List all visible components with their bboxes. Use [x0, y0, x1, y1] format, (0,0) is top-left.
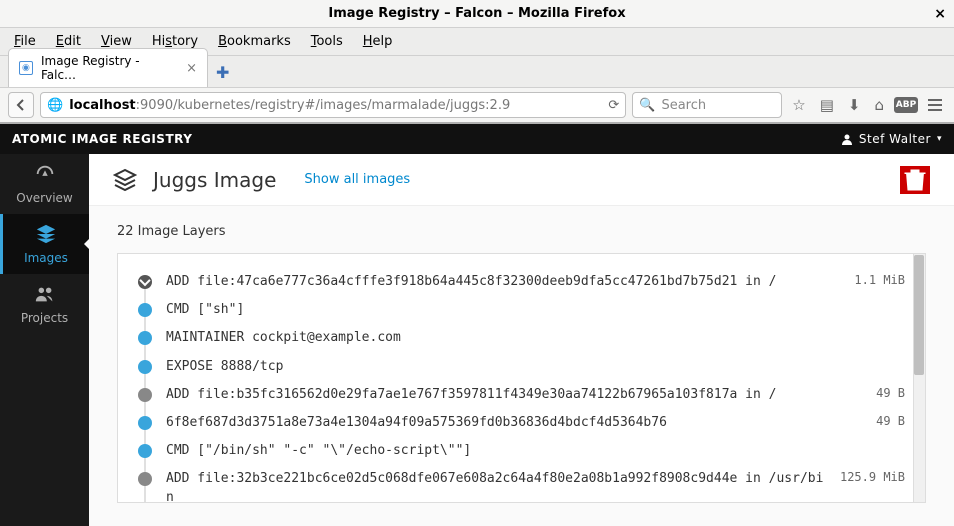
user-name: Stef Walter [859, 132, 931, 146]
layer-size: 49 B [876, 414, 905, 428]
scrollbar-track[interactable] [913, 254, 925, 502]
url-text: localhost:9090/kubernetes/registry#/imag… [69, 98, 510, 113]
layer-row: 6f8ef687d3d3751a8e73a4e1304a94f09a575369… [138, 409, 905, 437]
abp-icon[interactable]: ABP [894, 97, 918, 113]
search-placeholder: Search [661, 98, 706, 113]
layer-size: 49 B [876, 386, 905, 400]
layer-row: MAINTAINER cockpit@example.com [138, 324, 905, 352]
reload-icon[interactable]: ⟳ [608, 98, 619, 113]
sidebar-item-overview[interactable]: Overview [0, 154, 89, 214]
layer-dot-icon [138, 303, 152, 317]
layers-title: 22 Image Layers [117, 224, 926, 239]
back-button[interactable] [8, 92, 34, 118]
nav-toolbar: 🌐 localhost:9090/kubernetes/registry#/im… [0, 88, 954, 124]
window-title-text: Image Registry – Falcon – Mozilla Firefo… [328, 6, 625, 21]
menu-help[interactable]: Help [355, 31, 401, 52]
tab-close-icon[interactable]: × [186, 61, 197, 76]
scrollbar-thumb[interactable] [914, 255, 924, 375]
layer-command: ADD file:32b3ce221bc6ce02d5c068dfe067e60… [166, 470, 826, 503]
layer-row: ADD file:b35fc316562d0e29fa7ae1e767f3597… [138, 381, 905, 409]
layer-dot-icon [138, 444, 152, 458]
hamburger-menu-icon[interactable] [924, 99, 946, 111]
layer-row: EXPOSE 8888/tcp [138, 353, 905, 381]
app-body: Overview Images Projects Juggs Image Sho… [0, 154, 954, 526]
layers-section: 22 Image Layers ADD file:47ca6e777c36a4c… [89, 206, 954, 521]
user-icon [841, 133, 853, 145]
window-titlebar: Image Registry – Falcon – Mozilla Firefo… [0, 0, 954, 28]
layer-command: ADD file:47ca6e777c36a4cfffe3f918b64a445… [166, 273, 840, 291]
layer-command: MAINTAINER cockpit@example.com [166, 329, 891, 347]
sidebar-label-projects: Projects [21, 311, 68, 325]
layers-list[interactable]: ADD file:47ca6e777c36a4cfffe3f918b64a445… [117, 253, 926, 503]
home-icon[interactable]: ⌂ [870, 96, 888, 114]
delete-button[interactable] [900, 166, 930, 194]
page-title: Juggs Image [153, 168, 276, 192]
layers-icon [35, 223, 57, 245]
layer-row: ADD file:47ca6e777c36a4cfffe3f918b64a445… [138, 268, 905, 296]
page-header: Juggs Image Show all images [89, 154, 954, 206]
layer-dot-icon [138, 331, 152, 345]
reader-icon[interactable]: ▤ [816, 96, 838, 114]
search-bar[interactable]: 🔍 Search [632, 92, 782, 118]
chevron-down-icon: ▾ [937, 134, 942, 144]
trash-icon [903, 168, 927, 192]
sidebar-label-overview: Overview [16, 191, 73, 205]
sidebar-label-images: Images [24, 251, 68, 265]
layer-dot-icon [138, 360, 152, 374]
menu-bookmarks[interactable]: Bookmarks [210, 31, 299, 52]
layer-command: ADD file:b35fc316562d0e29fa7ae1e767f3597… [166, 386, 862, 404]
new-tab-button[interactable]: ✚ [216, 63, 229, 87]
layer-dot-icon [138, 472, 152, 486]
layer-command: EXPOSE 8888/tcp [166, 358, 891, 376]
layer-dot-icon [138, 388, 152, 402]
image-layers-icon [113, 168, 137, 192]
globe-icon: 🌐 [47, 98, 63, 113]
content-area: Juggs Image Show all images 22 Image Lay… [89, 154, 954, 526]
sidebar-item-projects[interactable]: Projects [0, 274, 89, 334]
search-icon: 🔍 [639, 98, 655, 113]
url-bar[interactable]: 🌐 localhost:9090/kubernetes/registry#/im… [40, 92, 626, 118]
dashboard-icon [34, 163, 56, 185]
layer-command: CMD ["sh"] [166, 301, 891, 319]
menu-tools[interactable]: Tools [303, 31, 351, 52]
tab-label: Image Registry - Falc… [41, 54, 178, 82]
bookmark-star-icon[interactable]: ☆ [788, 96, 809, 114]
user-menu[interactable]: Stef Walter ▾ [841, 132, 942, 146]
layer-command: CMD ["/bin/sh" "-c" "\"/echo-script\""] [166, 442, 891, 460]
arrow-left-icon [15, 99, 27, 111]
sidebar: Overview Images Projects [0, 154, 89, 526]
layer-row: ADD file:32b3ce221bc6ce02d5c068dfe067e60… [138, 465, 905, 503]
favicon-icon: ◉ [19, 61, 33, 75]
layer-dot-icon [138, 275, 152, 289]
layer-dot-icon [138, 416, 152, 430]
window-close-button[interactable]: × [934, 6, 946, 22]
users-icon [34, 283, 56, 305]
layer-command: 6f8ef687d3d3751a8e73a4e1304a94f09a575369… [166, 414, 862, 432]
sidebar-item-images[interactable]: Images [0, 214, 89, 274]
app-header: ATOMIC IMAGE REGISTRY Stef Walter ▾ [0, 124, 954, 154]
downloads-icon[interactable]: ⬇ [844, 96, 865, 114]
tab-strip: ◉ Image Registry - Falc… × ✚ [0, 56, 954, 88]
show-all-link[interactable]: Show all images [304, 172, 410, 187]
layer-size: 1.1 MiB [854, 273, 905, 287]
app-brand: ATOMIC IMAGE REGISTRY [12, 132, 192, 146]
layer-row: CMD ["/bin/sh" "-c" "\"/echo-script\""] [138, 437, 905, 465]
layer-size: 125.9 MiB [840, 470, 905, 484]
layer-row: CMD ["sh"] [138, 296, 905, 324]
browser-tab[interactable]: ◉ Image Registry - Falc… × [8, 48, 208, 87]
